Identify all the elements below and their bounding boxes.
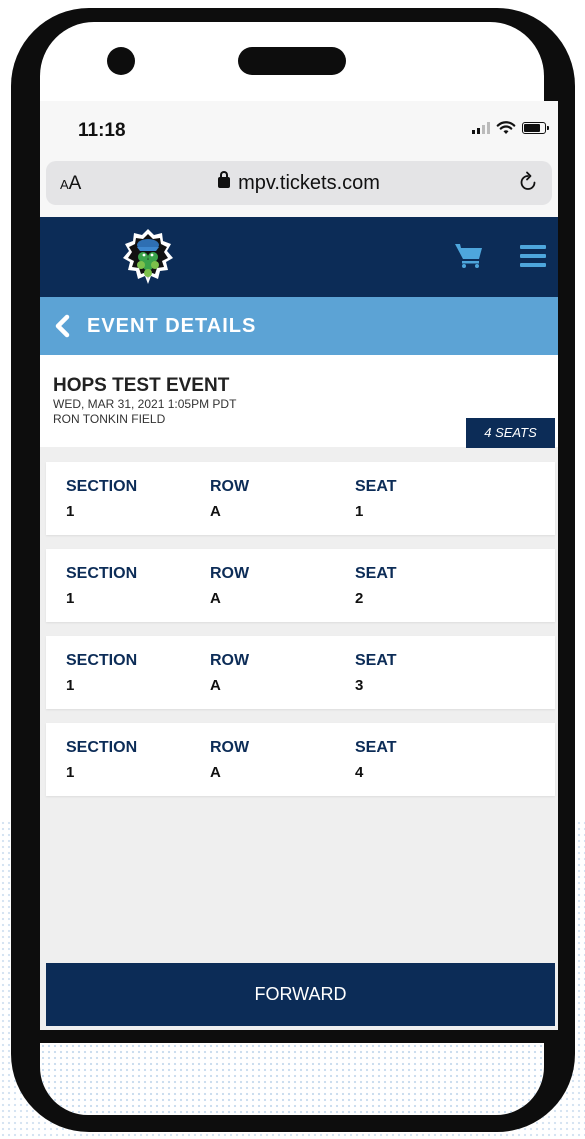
seat-card[interactable]: SECTION 1 ROW A SEAT 3 xyxy=(46,636,555,709)
hamburger-menu-icon[interactable] xyxy=(520,245,546,267)
reload-icon[interactable] xyxy=(516,170,540,194)
cellular-signal-icon xyxy=(472,122,490,134)
lock-icon xyxy=(218,171,231,188)
back-chevron-icon[interactable] xyxy=(52,314,72,338)
event-info-card: HOPS TEST EVENT WED, MAR 31, 2021 1:05PM… xyxy=(40,355,558,448)
seat-card[interactable]: SECTION 1 ROW A SEAT 4 xyxy=(46,723,555,796)
row-field: ROW A xyxy=(210,652,250,694)
camera-icon xyxy=(107,47,135,75)
battery-icon xyxy=(522,122,549,134)
url-text: mpv.tickets.com xyxy=(238,172,380,194)
seat-field: SEAT 1 xyxy=(355,478,397,520)
status-icons xyxy=(472,121,549,135)
section-field: SECTION 1 xyxy=(66,565,138,607)
phone-screen: 11:18 AA mpv.tickets.com EVENT DETAILS H… xyxy=(40,101,558,1030)
row-field: ROW A xyxy=(210,478,250,520)
seat-field: SEAT 3 xyxy=(355,652,397,694)
event-details-header: EVENT DETAILS xyxy=(40,297,558,355)
page-title: EVENT DETAILS xyxy=(87,315,257,337)
seat-count-badge: 4 SEATS xyxy=(466,418,555,448)
seat-card[interactable]: SECTION 1 ROW A SEAT 1 xyxy=(46,462,555,535)
wifi-icon xyxy=(496,121,516,134)
phone-bottom-bezel xyxy=(40,1043,544,1115)
hops-logo-icon[interactable] xyxy=(116,225,180,289)
event-venue: RON TONKIN FIELD xyxy=(53,412,166,426)
address-bar[interactable]: AA mpv.tickets.com xyxy=(46,161,552,205)
url-display[interactable]: mpv.tickets.com xyxy=(46,171,552,195)
event-datetime: WED, MAR 31, 2021 1:05PM PDT xyxy=(53,397,237,411)
browser-chrome: AA mpv.tickets.com xyxy=(40,159,558,217)
status-bar: 11:18 xyxy=(40,101,558,159)
section-field: SECTION 1 xyxy=(66,739,138,781)
seat-field: SEAT 2 xyxy=(355,565,397,607)
forward-button[interactable]: FORWARD xyxy=(46,963,555,1026)
row-field: ROW A xyxy=(210,739,250,781)
site-navbar xyxy=(40,217,558,297)
speaker-grille xyxy=(238,47,346,75)
section-field: SECTION 1 xyxy=(66,478,138,520)
event-name: HOPS TEST EVENT xyxy=(53,375,230,396)
status-time: 11:18 xyxy=(78,120,126,141)
row-field: ROW A xyxy=(210,565,250,607)
seat-card[interactable]: SECTION 1 ROW A SEAT 2 xyxy=(46,549,555,622)
section-field: SECTION 1 xyxy=(66,652,138,694)
seat-field: SEAT 4 xyxy=(355,739,397,781)
cart-icon[interactable] xyxy=(454,241,484,269)
